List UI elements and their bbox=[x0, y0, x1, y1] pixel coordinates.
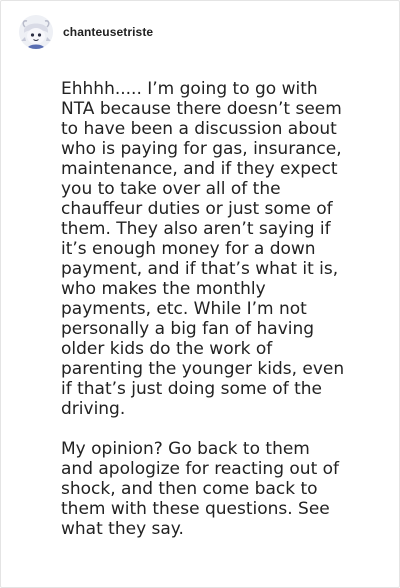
post-header: chanteusetriste bbox=[19, 15, 153, 49]
username-link[interactable]: chanteusetriste bbox=[63, 25, 153, 39]
post-card: chanteusetriste Ehhhh..... I’m going to … bbox=[0, 0, 400, 588]
avatar[interactable] bbox=[19, 15, 53, 49]
ghost-character-avatar-icon bbox=[19, 15, 53, 49]
post-body: Ehhhh..... I’m going to go with NTA beca… bbox=[61, 79, 379, 539]
post-paragraph: My opinion? Go back to them and apologiz… bbox=[61, 439, 340, 539]
post-paragraph: Ehhhh..... I’m going to go with NTA beca… bbox=[61, 79, 345, 419]
